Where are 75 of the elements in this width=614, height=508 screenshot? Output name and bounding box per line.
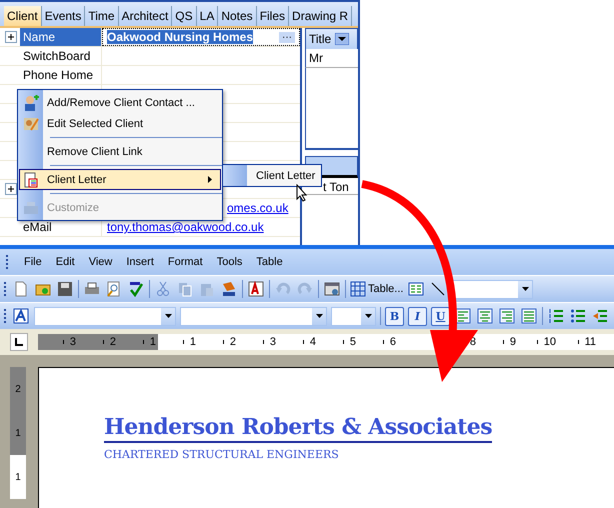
property-label: Name [20, 28, 102, 46]
ruler-number: 9 [510, 336, 516, 348]
menu-item[interactable]: Edit [56, 256, 75, 268]
person-add-icon [23, 94, 39, 110]
save-icon[interactable] [56, 279, 74, 299]
numbered-list-icon[interactable] [547, 306, 565, 326]
menu-item[interactable]: View [88, 256, 112, 268]
format-button[interactable]: I [408, 306, 427, 326]
align-left-icon[interactable] [454, 306, 472, 326]
ruler-number: 6 [390, 336, 396, 348]
menu-item[interactable]: File [24, 256, 42, 268]
ruler-number: 4 [310, 336, 316, 348]
tab[interactable]: Drawing R [289, 6, 352, 26]
ruler-number: 5 [350, 336, 356, 348]
spelling-check-icon[interactable] [127, 279, 145, 299]
insert-table-button[interactable]: Table... [350, 279, 404, 299]
tab[interactable]: Architect [118, 6, 172, 26]
dropdown-arrow-icon[interactable] [316, 314, 322, 318]
ruler-number: 11 [584, 336, 596, 348]
menu-item[interactable]: Remove Client Link [19, 141, 221, 162]
zoom-dropdown[interactable] [451, 280, 534, 298]
letterhead-title: Henderson Roberts & Associates [104, 414, 492, 443]
tab-stop-icon[interactable] [10, 333, 28, 351]
ruler-number: 2 [110, 336, 116, 348]
ruler-number: 2 [230, 336, 236, 348]
format-painter-icon[interactable] [220, 279, 238, 299]
ruler-number: 1 [15, 428, 21, 438]
column-header[interactable]: Title [305, 28, 358, 49]
dropdown-arrow-icon[interactable] [364, 314, 372, 318]
menu-item[interactable]: Tools [216, 256, 242, 268]
tab[interactable]: LA [196, 6, 218, 26]
ruler-number: 10 [544, 336, 556, 348]
tab[interactable]: Events [42, 6, 86, 26]
menu-item[interactable]: Client Letter [19, 169, 221, 190]
dropdown-arrow-icon[interactable] [522, 287, 529, 291]
menu-item[interactable]: Table [256, 256, 283, 268]
document-icon [23, 172, 39, 188]
format-button[interactable]: B [385, 306, 404, 326]
tab[interactable]: Time [85, 6, 119, 26]
mouse-pointer-icon [296, 184, 308, 202]
menu-item[interactable]: Add/Remove Client Contact ... [19, 92, 221, 113]
tab[interactable]: Files [256, 6, 290, 26]
dropdown-arrow-icon[interactable] [335, 33, 350, 45]
link[interactable]: omes.co.uk [227, 201, 288, 215]
text-style-icon[interactable] [247, 279, 265, 299]
justify-icon[interactable] [520, 306, 538, 326]
menu-item[interactable]: Edit Selected Client [19, 113, 221, 134]
menu-item[interactable]: Format [168, 256, 203, 268]
property-label: Phone Home [20, 66, 102, 84]
ruler-number: 1 [190, 336, 196, 348]
format-button[interactable]: U [431, 306, 450, 326]
person-edit-icon [23, 116, 39, 132]
scissors-icon[interactable] [154, 279, 172, 299]
dropdown-arrow-icon[interactable] [164, 314, 172, 318]
align-right-icon[interactable] [498, 306, 516, 326]
tab[interactable]: Notes [218, 6, 257, 26]
menu-item[interactable]: Insert [126, 256, 154, 268]
tab[interactable]: QS [172, 6, 197, 26]
table-cell: Mr [305, 49, 358, 68]
letterhead-subtitle: CHARTERED STRUCTURAL ENGINEERS [104, 448, 340, 461]
ruler-number: 2 [15, 384, 21, 394]
expand-icon[interactable] [5, 183, 17, 195]
ruler-number: 3 [270, 336, 276, 348]
property-label: SwitchBoard [20, 47, 102, 65]
link[interactable]: tony.thomas@oakwood.co.uk [107, 220, 264, 234]
column-title: Title [309, 32, 332, 46]
ruler-number: 1 [150, 336, 156, 348]
expand-icon[interactable] [5, 31, 17, 43]
styles-icon[interactable] [12, 306, 30, 326]
table-grid-icon[interactable] [350, 281, 366, 297]
align-center-icon[interactable] [476, 306, 494, 326]
ruler-number: 1 [15, 472, 21, 482]
ruler-number: 3 [70, 336, 76, 348]
tab[interactable]: Client [4, 6, 42, 26]
toolbox-icon [23, 200, 39, 216]
